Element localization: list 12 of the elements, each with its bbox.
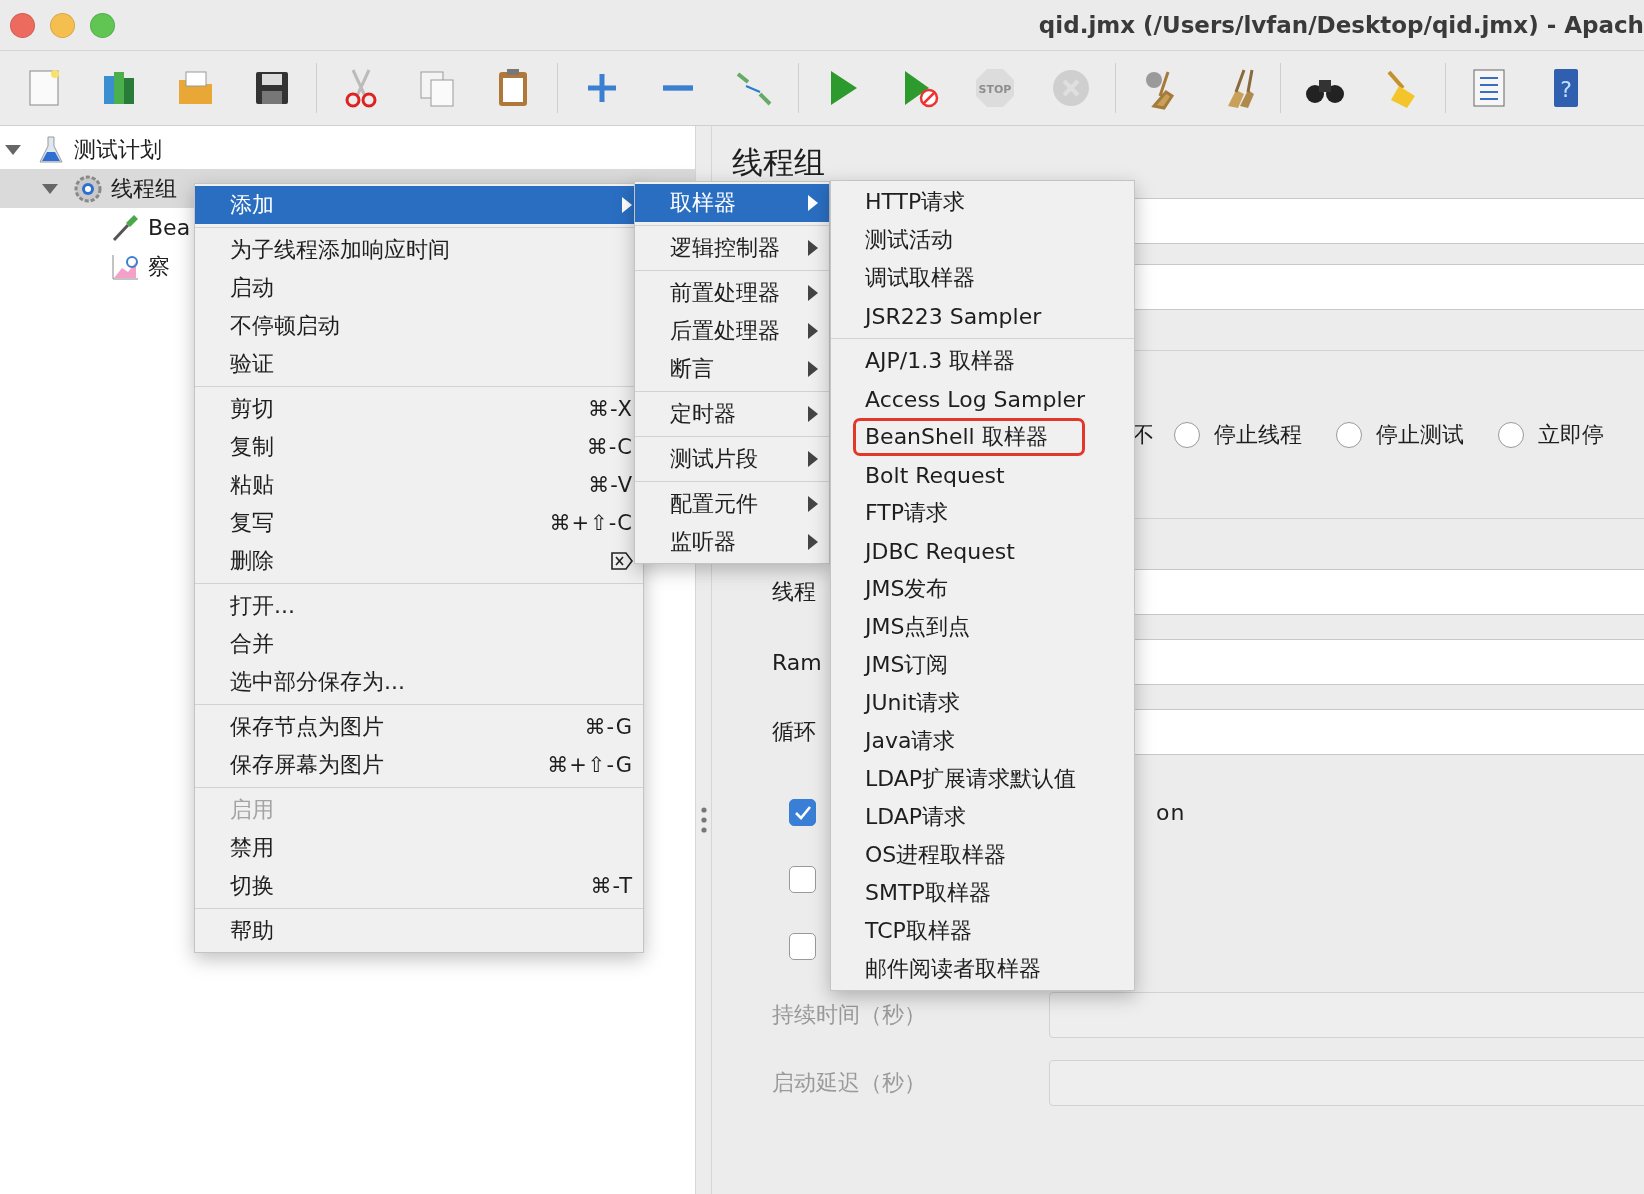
field-label: 启动延迟（秒） <box>772 1069 926 1097</box>
field-label: 循环 <box>772 718 816 746</box>
stop-sign-icon: STOP <box>973 66 1017 110</box>
window-title: qid.jmx (/Users/lvfan/Desktop/qid.jmx) - Apach <box>1038 12 1644 38</box>
field-label: 持续时间（秒） <box>772 1001 926 1029</box>
radio-label: 停止线程 <box>1214 420 1302 449</box>
panel-title: 线程组 <box>732 143 826 182</box>
checkbox-label: on <box>1156 800 1186 825</box>
radio-label: 立即停 <box>1538 420 1604 449</box>
radio-label: 停止测试 <box>1376 420 1464 449</box>
field-label: 线程 <box>772 578 816 606</box>
field-label: Ram <box>772 649 822 675</box>
